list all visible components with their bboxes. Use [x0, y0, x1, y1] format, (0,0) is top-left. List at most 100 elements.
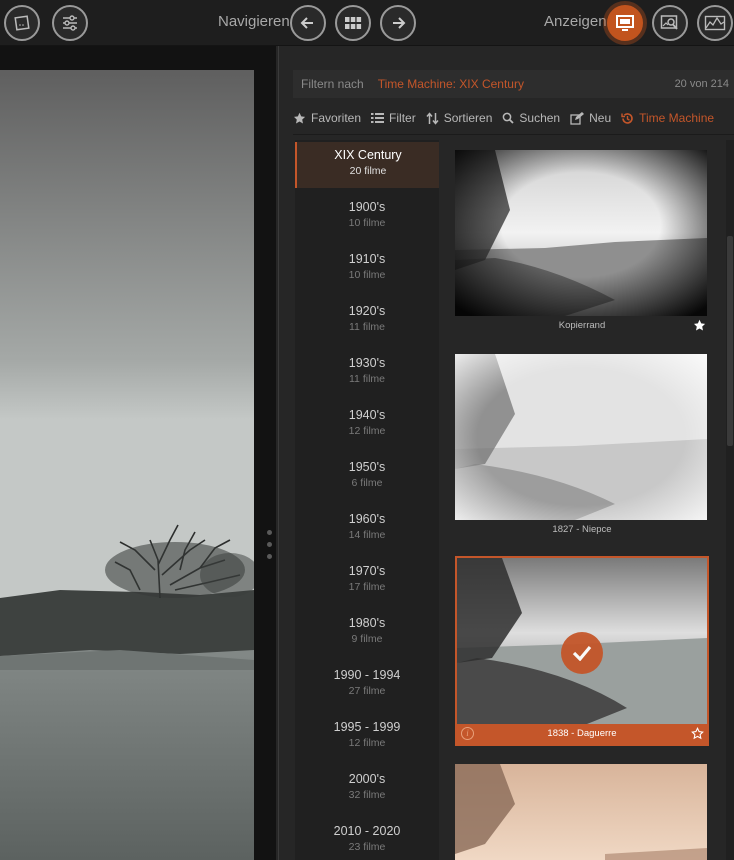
era-name: 1960's [348, 512, 386, 526]
thumbnail-image [455, 354, 707, 520]
thumbnail-image [455, 150, 707, 316]
search-icon [503, 112, 515, 124]
era-name: 1900's [348, 200, 386, 214]
list-icon [371, 113, 385, 123]
era-count: 10 filme [348, 217, 386, 229]
thumbnail-caption: 1827 - Niepce [455, 520, 709, 540]
tab-filter[interactable]: Filter [371, 111, 416, 125]
era-count: 17 filme [348, 581, 386, 593]
era-count: 14 filme [348, 529, 386, 541]
thumbnail-card-selected[interactable]: i 1838 - Daguerre [455, 556, 709, 746]
monitor-icon[interactable] [607, 5, 643, 41]
filter-value[interactable]: Time Machine: XIX Century [378, 77, 524, 91]
crop-icon[interactable] [4, 5, 40, 41]
tab-neu[interactable]: Neu [570, 111, 611, 125]
tab-sortieren[interactable]: Sortieren [426, 111, 493, 125]
era-count: 12 filme [348, 425, 386, 437]
arrow-left-icon[interactable] [290, 5, 326, 41]
top-toolbar: Navigieren Anzeigen [0, 0, 734, 46]
thumbnail-image [457, 558, 709, 724]
era-name: 1990 - 1994 [333, 668, 401, 682]
era-list: XIX Century 20 filme 1900's 10 filme 1910'… [295, 140, 439, 860]
tab-label: Favoriten [311, 111, 362, 125]
era-count: 12 filme [348, 737, 386, 749]
histogram-icon[interactable] [697, 5, 733, 41]
era-count: 11 filme [349, 373, 385, 385]
arrow-right-icon[interactable] [380, 5, 416, 41]
thumbnail-title: 1838 - Daguerre [547, 728, 617, 739]
era-name: 1940's [348, 408, 386, 422]
era-count: 6 filme [351, 477, 383, 489]
era-item-1960s[interactable]: 1960's 14 filme [295, 504, 439, 556]
era-name: 2010 - 2020 [333, 824, 401, 838]
image-preview[interactable] [0, 46, 276, 860]
presets-panel: Filtern nach Time Machine: XIX Century 2… [278, 46, 734, 860]
era-count: 20 filme [349, 165, 387, 177]
image-search-icon[interactable] [652, 5, 688, 41]
thumbnail-image [455, 764, 707, 860]
sliders-icon[interactable] [52, 5, 88, 41]
sort-icon [426, 111, 439, 125]
era-item-1910s[interactable]: 1910's 10 filme [295, 244, 439, 296]
era-name: 1920's [348, 304, 386, 318]
tab-suchen[interactable]: Suchen [502, 111, 560, 125]
thumbnail-card[interactable]: Kopierrand [455, 150, 709, 336]
landscape-image [0, 70, 254, 860]
era-name: 2000's [348, 772, 386, 786]
thumbnail-card[interactable] [455, 764, 709, 860]
era-count: 32 filme [348, 789, 386, 801]
favorite-star-icon[interactable] [691, 727, 704, 740]
view-label: Anzeigen [544, 13, 607, 30]
tab-time-machine[interactable]: Time Machine [621, 111, 714, 125]
divider [293, 134, 734, 135]
filter-count: 20 von 214 [674, 78, 729, 90]
era-item-1920s[interactable]: 1920's 11 filme [295, 296, 439, 348]
era-count: 11 filme [349, 321, 385, 333]
filter-label: Filtern nach [301, 77, 364, 91]
era-name: 1910's [348, 252, 386, 266]
era-name: 1995 - 1999 [333, 720, 401, 734]
info-icon[interactable]: i [461, 727, 474, 740]
thumbnail-title: 1827 - Niepce [552, 524, 612, 535]
thumbnail-caption: i 1838 - Daguerre [457, 724, 707, 744]
favorite-star-icon[interactable] [693, 319, 706, 332]
star-icon [294, 112, 306, 123]
panel-resize-handle[interactable] [267, 530, 273, 566]
era-name: 1930's [348, 356, 386, 370]
tab-favoriten[interactable]: Favoriten [293, 111, 361, 125]
thumbnail-card[interactable]: 1827 - Niepce [455, 354, 709, 540]
era-name: 1970's [348, 564, 386, 578]
preview-photo [0, 70, 254, 860]
era-item-1995-1999[interactable]: 1995 - 1999 12 filme [295, 712, 439, 764]
tab-label: Neu [589, 111, 612, 125]
tab-label: Suchen [519, 111, 561, 125]
navigate-label: Navigieren [218, 13, 290, 30]
era-name: 1980's [348, 616, 386, 630]
era-item-1930s[interactable]: 1930's 11 filme [295, 348, 439, 400]
era-item-2000s[interactable]: 2000's 32 filme [295, 764, 439, 816]
era-count: 27 filme [348, 685, 386, 697]
era-item-1950s[interactable]: 1950's 6 filme [295, 452, 439, 504]
selected-check-icon [561, 632, 603, 674]
era-count: 10 filme [348, 269, 386, 281]
era-name: XIX Century [334, 148, 402, 162]
thumbnail-title: Kopierrand [558, 320, 606, 331]
grid-icon[interactable] [335, 5, 371, 41]
tab-label: Filter [389, 111, 416, 125]
time-machine-icon [621, 112, 633, 124]
tab-label: Time Machine [639, 111, 715, 125]
era-name: 1950's [348, 460, 386, 474]
era-item-1900s[interactable]: 1900's 10 filme [295, 192, 439, 244]
era-item-1940s[interactable]: 1940's 12 filme [295, 400, 439, 452]
edit-icon [570, 111, 585, 125]
era-item-1990-1994[interactable]: 1990 - 1994 27 filme [295, 660, 439, 712]
browse-tabs: Favoriten Filter Sortieren Suchen Neu Ti… [293, 108, 734, 128]
scrollbar-thumb[interactable] [727, 236, 733, 446]
tab-label: Sortieren [443, 111, 493, 125]
era-item-xix-century[interactable]: XIX Century 20 filme [295, 142, 439, 188]
era-item-1980s[interactable]: 1980's 9 filme [295, 608, 439, 660]
scrollbar[interactable] [726, 140, 734, 860]
era-item-2010-2020[interactable]: 2010 - 2020 23 filme [295, 816, 439, 860]
era-item-1970s[interactable]: 1970's 17 filme [295, 556, 439, 608]
era-count: 9 filme [351, 633, 383, 645]
